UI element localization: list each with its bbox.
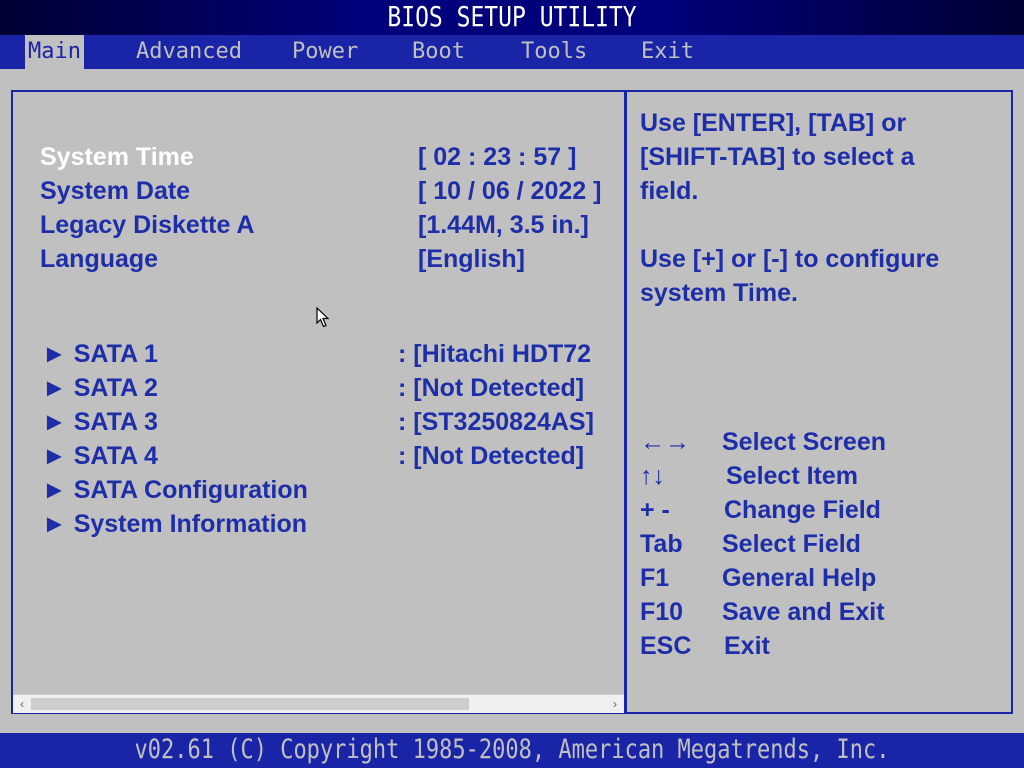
key-plus-minus: + - [640,496,670,524]
scroll-right-arrow-icon[interactable]: › [606,695,624,713]
key-esc: ESC [640,632,692,660]
tab-main[interactable]: Main [25,35,84,69]
setting-value-system-date[interactable]: [ 10 / 06 / 2022 ] [418,177,601,206]
submenu-system-information[interactable]: ► System Information [42,510,307,539]
submenu-sata-4[interactable]: ► SATA 4 [42,442,158,471]
copyright-text: v02.61 (C) Copyright 1985-2008, American… [134,735,890,765]
submenu-sata-configuration[interactable]: ► SATA Configuration [42,476,308,505]
menu-bar: Main Advanced Power Boot Tools Exit [0,35,1024,69]
sata-4-value: : [Not Detected] [398,442,585,470]
key-arrows-up-down: ↑↓ [640,462,665,490]
key-desc-change-field: Change Field [724,496,881,524]
title-bar: BIOS SETUP UTILITY [0,0,1024,35]
help-text-line-4: Use [+] or [-] to configure [640,245,940,273]
sata-3-value: : [ST3250824AS] [398,408,594,436]
key-desc-general-help: General Help [722,564,877,592]
scrollbar-thumb[interactable] [31,698,469,710]
key-desc-save-and-exit: Save and Exit [722,598,885,626]
setting-value-legacy-diskette[interactable]: [1.44M, 3.5 in.] [418,211,589,240]
key-desc-select-item: Select Item [726,462,859,490]
tab-advanced[interactable]: Advanced [133,35,245,69]
key-arrows-left-right: ←→ [640,428,690,456]
sata-2-value: : [Not Detected] [398,374,585,402]
setting-label-legacy-diskette[interactable]: Legacy Diskette A [40,211,254,240]
window-title: BIOS SETUP UTILITY [387,2,637,34]
key-desc-exit: Exit [724,632,770,660]
help-text-line-1: Use [ENTER], [TAB] or [640,109,907,137]
help-text-line-3: field. [640,177,699,205]
submenu-sata-1[interactable]: ► SATA 1 [42,340,158,369]
tab-tools[interactable]: Tools [518,35,590,69]
setting-value-language[interactable]: [English] [418,245,525,274]
help-text-line-2: [SHIFT-TAB] to select a [640,143,915,171]
submenu-sata-3[interactable]: ► SATA 3 [42,408,158,437]
tab-boot[interactable]: Boot [409,35,468,69]
setting-label-system-date[interactable]: System Date [40,177,190,206]
panel-divider [624,90,627,714]
tab-exit[interactable]: Exit [638,35,697,69]
key-f1: F1 [640,564,670,592]
key-desc-select-field: Select Field [722,530,861,558]
scroll-left-arrow-icon[interactable]: ‹ [13,695,31,713]
setting-value-system-time[interactable]: [ 02 : 23 : 57 ] [418,143,576,172]
key-tab: Tab [640,530,683,558]
submenu-sata-2[interactable]: ► SATA 2 [42,374,158,403]
footer-bar: v02.61 (C) Copyright 1985-2008, American… [0,733,1024,768]
horizontal-scrollbar[interactable]: ‹ › [13,694,624,713]
setting-label-language[interactable]: Language [40,245,158,274]
settings-area: System Time [ 02 : 23 : 57 ] System Date… [13,92,624,692]
help-text-line-5: system Time. [640,279,798,307]
mouse-pointer-icon [316,306,330,334]
key-desc-select-screen: Select Screen [722,428,886,456]
setting-label-system-time[interactable]: System Time [40,143,194,172]
tab-power[interactable]: Power [289,35,361,69]
sata-1-value: : [Hitachi HDT72 [398,340,592,368]
key-f10: F10 [640,598,684,626]
